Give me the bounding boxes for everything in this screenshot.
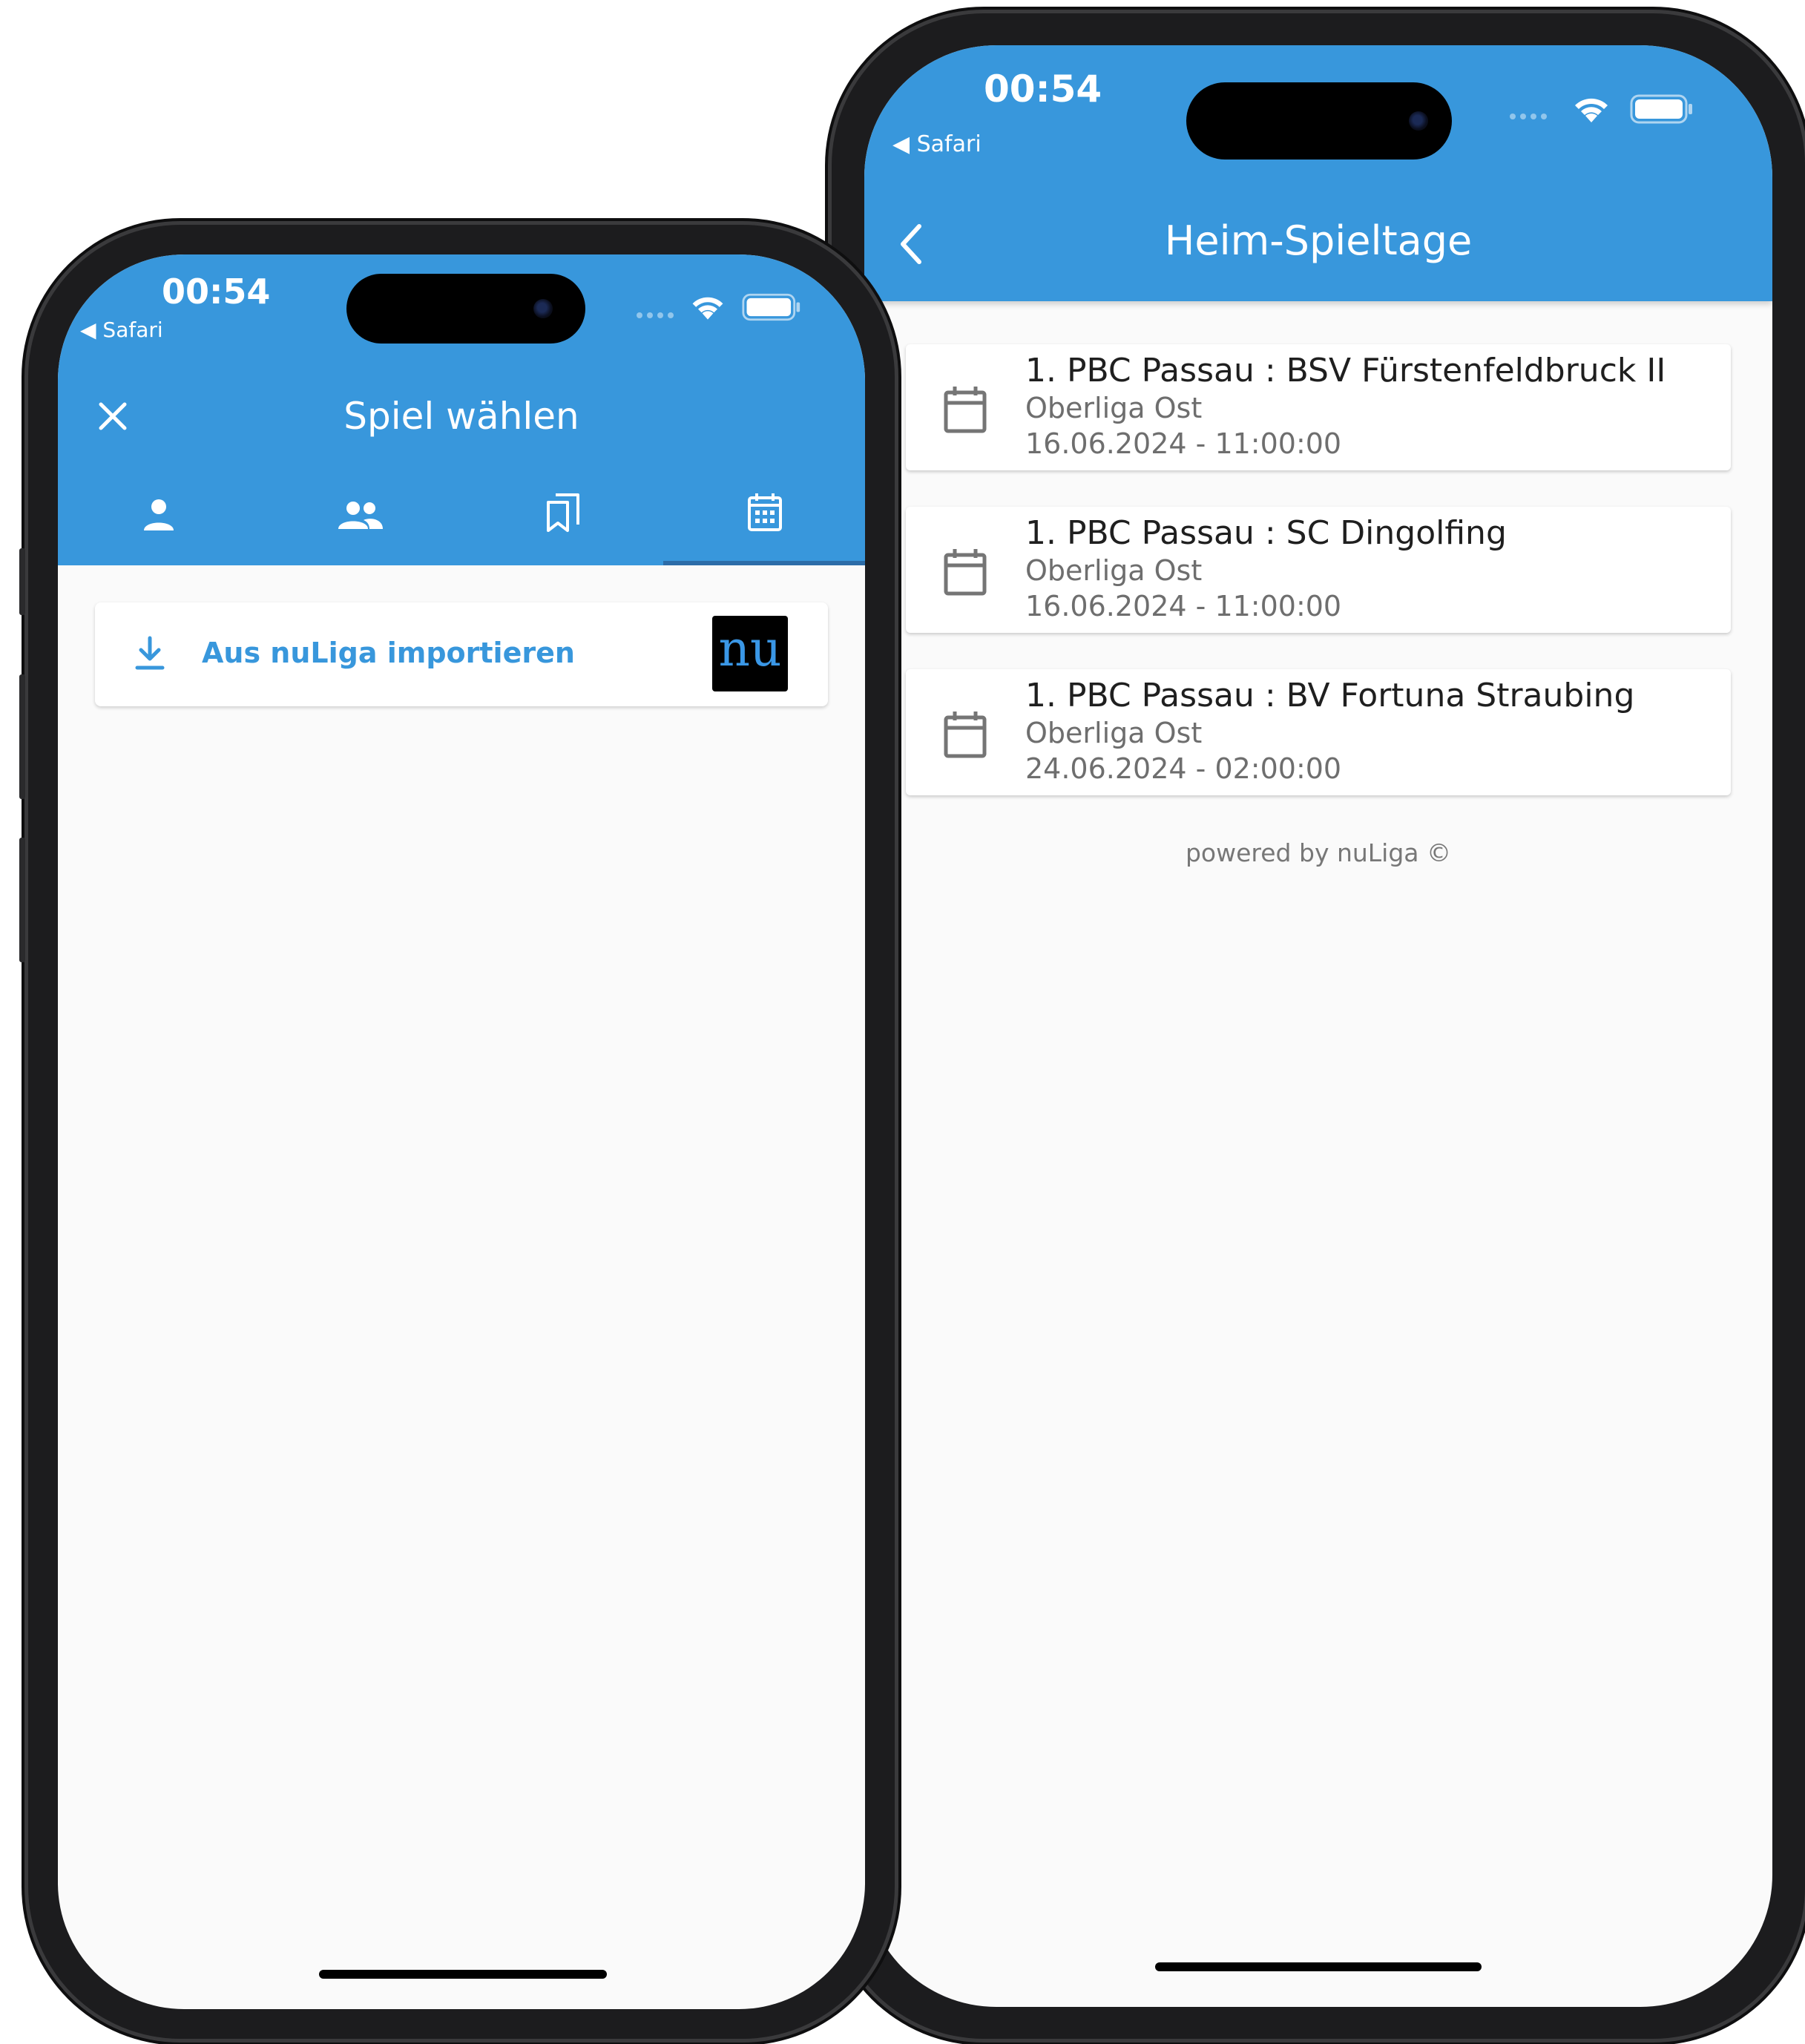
match-league: Oberliga Ost [1025,554,1203,587]
person-icon [144,499,174,530]
home-indicator[interactable] [1155,1962,1482,1971]
calendar-icon [748,493,782,531]
match-card[interactable]: 1. PBC Passau : SC Dingolfing Oberliga O… [906,507,1731,633]
status-time: 00:54 [162,272,271,312]
wifi-icon [692,297,723,320]
import-from-nuliga-button[interactable]: Aus nuLiga importieren nu [95,602,828,706]
match-title: 1. PBC Passau : BV Fortuna Straubing [1025,677,1635,714]
tab-bar [58,470,865,565]
signal-icon [1510,114,1547,119]
calendar-icon [944,387,987,433]
match-title: 1. PBC Passau : BSV Fürstenfeldbruck II [1025,352,1666,390]
page-title: Heim-Spieltage [1164,217,1473,264]
phone-left: 00:54 ◀ Safari Spiel wählen Aus nuLiga i… [19,225,895,2039]
volume-up-button [19,674,25,799]
page-title: Spiel wählen [343,395,579,438]
match-datetime: 24.06.2024 - 02:00:00 [1025,752,1342,785]
import-label: Aus nuLiga importieren [202,637,575,669]
dynamic-island [346,274,585,344]
volume-down-button [19,838,25,962]
wifi-icon [1575,98,1608,122]
tab-team[interactable] [260,470,461,565]
tab-indicator [663,561,865,565]
battery-icon [742,293,800,321]
screen-spiel-waehlen: 00:54 ◀ Safari Spiel wählen Aus nuLiga i… [58,254,865,2009]
phone-right: 00:54 ◀ Safari Heim-Spieltage 1. PBC Pas… [832,13,1805,2039]
match-card[interactable]: 1. PBC Passau : BV Fortuna Straubing Obe… [906,669,1731,795]
calendar-icon [944,549,987,596]
status-time: 00:54 [984,68,1102,111]
powered-by-footer: powered by nuLiga © [1185,838,1452,867]
back-to-safari-link[interactable]: ◀ Safari [80,318,163,342]
tab-single-player[interactable] [58,470,260,565]
action-button [19,548,25,615]
dynamic-island [1186,82,1452,160]
back-to-safari-link[interactable]: ◀ Safari [892,131,982,157]
match-league: Oberliga Ost [1025,717,1203,749]
match-datetime: 16.06.2024 - 11:00:00 [1025,590,1342,622]
match-league: Oberliga Ost [1025,392,1203,424]
nuliga-logo: nu [712,616,788,691]
home-indicator[interactable] [319,1970,607,1979]
tab-saved[interactable] [461,470,663,565]
battery-icon [1630,94,1692,124]
match-card[interactable]: 1. PBC Passau : BSV Fürstenfeldbruck II … [906,344,1731,470]
screen-heim-spieltage: 00:54 ◀ Safari Heim-Spieltage 1. PBC Pas… [864,45,1772,2007]
camera-icon [533,299,553,318]
match-title: 1. PBC Passau : SC Dingolfing [1025,514,1507,552]
back-chevron-icon[interactable] [897,222,927,266]
download-icon [135,636,165,670]
group-icon [338,502,383,529]
signal-icon [637,312,674,318]
calendar-icon [944,712,987,758]
close-icon[interactable] [96,400,129,433]
bookmarks-icon [547,493,579,532]
tab-matchdays[interactable] [663,470,865,565]
camera-icon [1409,111,1428,131]
match-datetime: 16.06.2024 - 11:00:00 [1025,427,1342,460]
